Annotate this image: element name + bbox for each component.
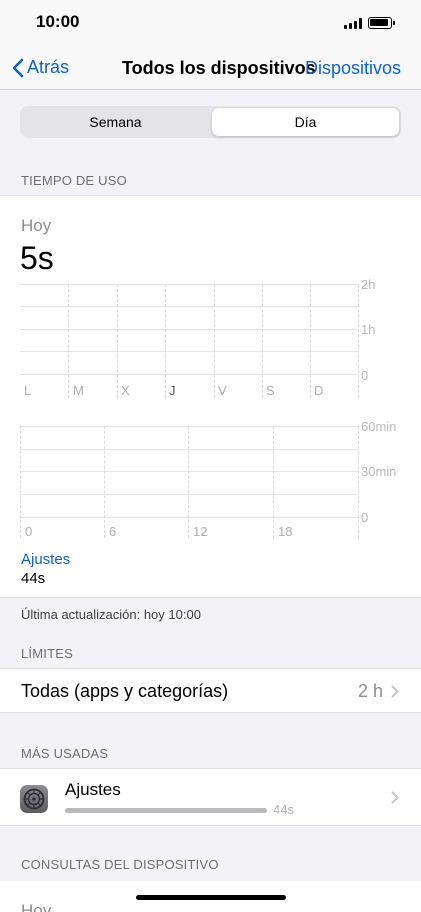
hourly-usage-chart: 60min 30min 0 0 6 12 18: [20, 419, 401, 544]
chevron-right-icon: [391, 685, 399, 698]
weekday-label: D: [314, 383, 324, 398]
weekday-label: M: [73, 383, 84, 398]
weekly-usage-chart: 2h 1h 0 L M X J V S D: [20, 277, 401, 404]
pickups-section-header: CONSULTAS DEL DISPOSITIVO: [21, 857, 219, 872]
weekday-label: S: [266, 383, 275, 398]
usage-bar-track: [65, 808, 267, 813]
limits-row-label: Todas (apps y categorías): [21, 681, 229, 701]
settings-gear-icon: [20, 785, 48, 813]
hour-label: 12: [193, 524, 208, 539]
top-app-link[interactable]: Ajustes: [21, 551, 70, 568]
most-used-app-time: 44s: [273, 802, 294, 817]
weekly-y-tick-1h: 1h: [361, 322, 376, 337]
usage-bar-fill: [65, 808, 267, 813]
battery-icon: [368, 17, 395, 29]
hour-label: 0: [25, 524, 33, 539]
hourly-y-tick-60min: 60min: [361, 419, 397, 434]
hourly-y-tick-0: 0: [361, 510, 369, 525]
limits-section-header: LÍMITES: [21, 646, 73, 661]
weekly-y-tick-2h: 2h: [361, 277, 376, 292]
limits-row-value: 2 h: [357, 681, 383, 701]
back-button-label: Atrás: [27, 57, 70, 77]
chevron-right-icon: [391, 791, 399, 804]
devices-link[interactable]: Dispositivos: [305, 58, 401, 79]
hour-label: 18: [278, 524, 293, 539]
segment-week[interactable]: Semana: [22, 108, 209, 136]
chevron-left-icon: [12, 58, 24, 77]
period-label: Hoy: [21, 216, 52, 235]
total-usage-value: 5s: [20, 240, 54, 276]
most-used-app-name: Ajustes: [65, 780, 121, 799]
weekday-label: V: [218, 383, 227, 398]
last-updated-text: Última actualización: hoy 10:00: [21, 607, 201, 622]
status-time: 10:00: [36, 12, 80, 31]
hourly-y-tick-30min: 30min: [361, 464, 397, 479]
back-button[interactable]: Atrás: [12, 57, 69, 78]
pickups-period-label: Hoy: [21, 901, 52, 912]
page-title: Todos los dispositivos: [122, 58, 316, 78]
status-bar: 10:00: [0, 0, 421, 46]
usage-section-header: TIEMPO DE USO: [21, 173, 127, 188]
weekday-label: L: [24, 383, 32, 398]
period-segmented-control: Semana Día: [20, 106, 401, 138]
top-app-time: 44s: [21, 570, 46, 587]
most-used-section-header: MÁS USADAS: [21, 746, 109, 761]
cellular-signal-icon: [344, 18, 364, 29]
home-indicator[interactable]: [136, 895, 286, 900]
navigation-bar: Atrás Todos los dispositivos Dispositivo…: [0, 46, 421, 90]
weekday-label: X: [121, 383, 130, 398]
segment-day[interactable]: Día: [212, 108, 399, 136]
hour-label: 6: [109, 524, 117, 539]
weekly-y-tick-0: 0: [361, 368, 369, 383]
limits-row[interactable]: Todas (apps y categorías) 2 h: [0, 668, 421, 713]
weekday-label-today: J: [169, 383, 176, 398]
most-used-item[interactable]: Ajustes 44s: [0, 768, 421, 826]
